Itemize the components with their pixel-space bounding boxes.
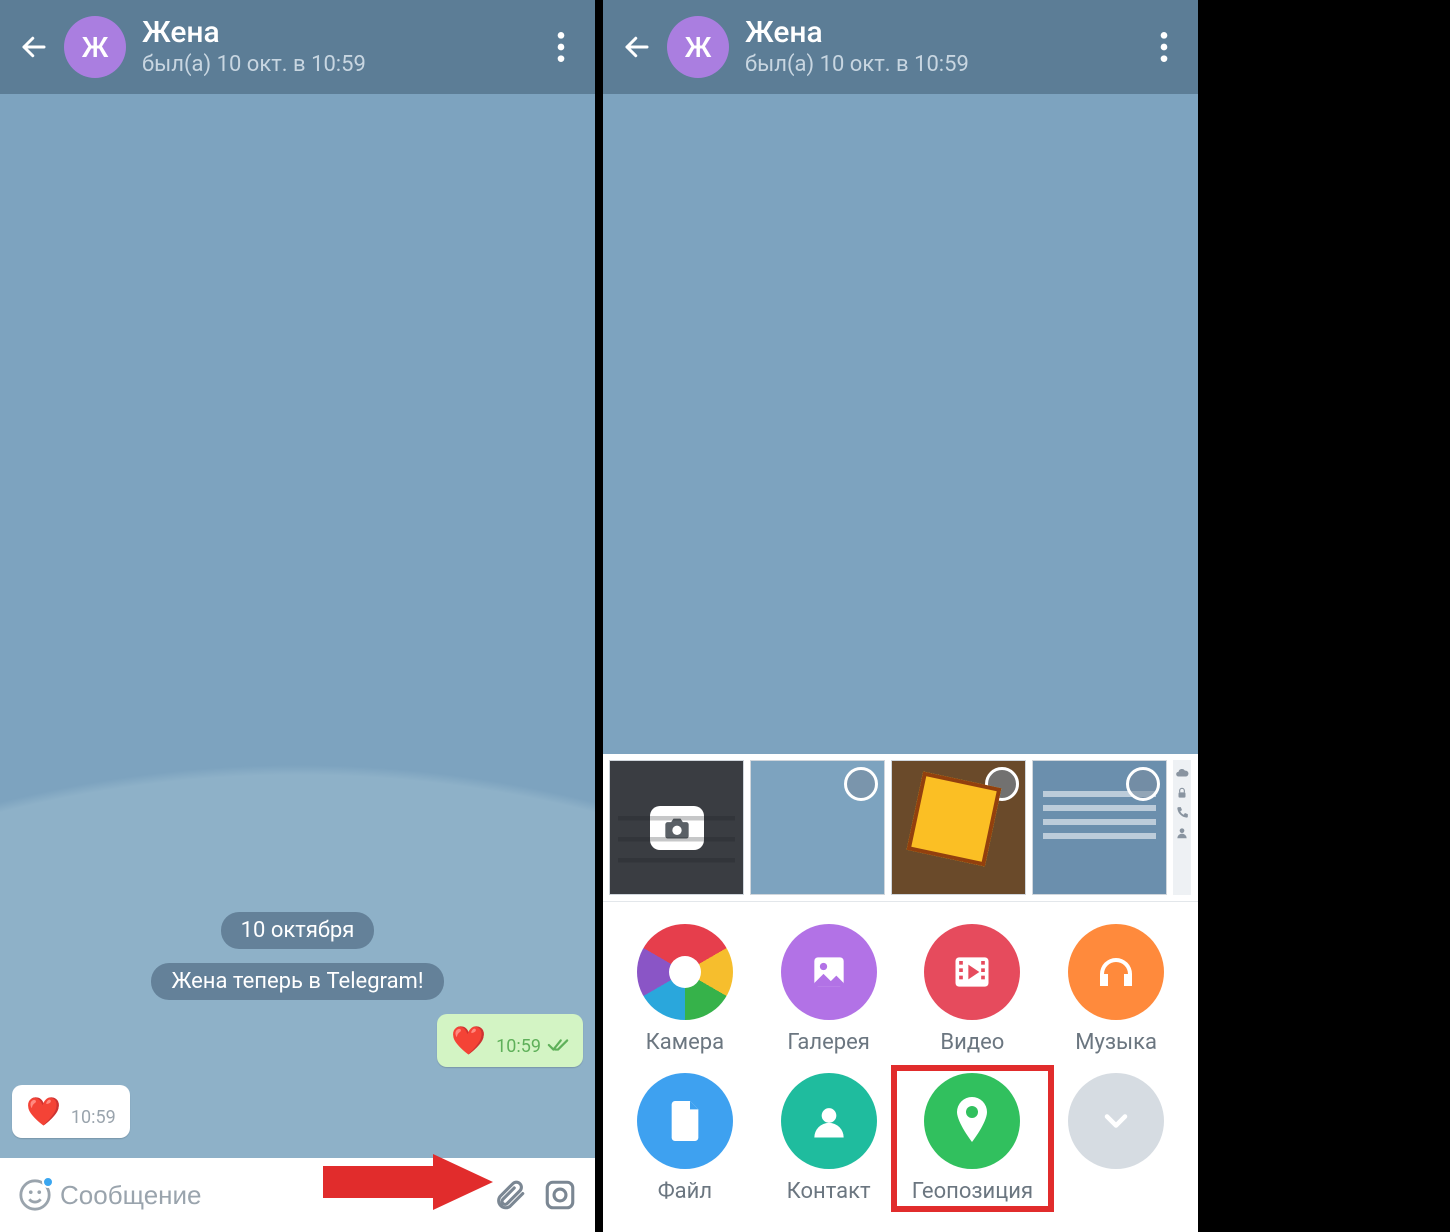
gallery-edge[interactable] — [1173, 760, 1191, 895]
paperclip-icon — [493, 1178, 527, 1212]
attach-gallery[interactable]: Галерея — [757, 924, 901, 1055]
music-icon — [1068, 924, 1164, 1020]
phone-icon — [1175, 806, 1189, 820]
back-button[interactable] — [10, 23, 58, 71]
read-ticks-icon — [547, 1037, 569, 1057]
attach-label: Галерея — [787, 1030, 869, 1055]
person-icon — [1175, 826, 1189, 840]
select-circle-icon — [1126, 767, 1160, 801]
camera-button[interactable] — [535, 1170, 585, 1220]
camera-shutter-icon — [637, 924, 733, 1020]
chat-header: Ж Жена был(а) 10 окт. в 10:59 — [603, 0, 1198, 94]
attach-label: Видео — [940, 1030, 1004, 1055]
attach-file[interactable]: Файл — [613, 1073, 757, 1204]
photo-thumb[interactable] — [1032, 760, 1167, 895]
chat-title: Жена — [745, 18, 1140, 48]
annotation-arrow — [323, 1154, 493, 1214]
annotation-highlight-box — [891, 1065, 1055, 1212]
more-button[interactable] — [1140, 23, 1188, 71]
title-block[interactable]: Жена был(а) 10 окт. в 10:59 — [142, 18, 537, 77]
more-vertical-icon — [557, 32, 565, 62]
photo-thumb[interactable] — [891, 760, 1026, 895]
camera-icon — [650, 806, 704, 850]
chat-status: был(а) 10 окт. в 10:59 — [745, 52, 1140, 77]
contact-icon — [781, 1073, 877, 1169]
avatar[interactable]: Ж — [64, 16, 126, 78]
chat-header: Ж Жена был(а) 10 окт. в 10:59 — [0, 0, 595, 94]
service-message: Жена теперь в Telegram! — [151, 963, 443, 1000]
heart-emoji: ❤️ — [26, 1095, 61, 1128]
attach-camera[interactable]: Камера — [613, 924, 757, 1055]
chevron-down-icon — [1068, 1073, 1164, 1169]
avatar[interactable]: Ж — [667, 16, 729, 78]
camera-thumb[interactable] — [609, 760, 744, 895]
message-outgoing[interactable]: ❤️ 10:59 — [437, 1014, 583, 1067]
message-incoming[interactable]: ❤️ 10:59 — [12, 1085, 130, 1138]
arrow-left-icon — [19, 32, 49, 62]
avatar-letter: Ж — [82, 31, 109, 64]
attach-video[interactable]: Видео — [901, 924, 1045, 1055]
message-time: 10:59 — [71, 1107, 116, 1128]
attach-label: Файл — [658, 1179, 712, 1204]
date-pill: 10 октября — [221, 912, 375, 949]
gallery-icon — [781, 924, 877, 1020]
attach-contact[interactable]: Контакт — [757, 1073, 901, 1204]
video-icon — [924, 924, 1020, 1020]
input-bar — [0, 1158, 595, 1232]
attach-label: Камера — [646, 1030, 724, 1055]
title-block[interactable]: Жена был(а) 10 окт. в 10:59 — [745, 18, 1140, 77]
more-vertical-icon — [1160, 32, 1168, 62]
back-button[interactable] — [613, 23, 661, 71]
cloud-icon — [1175, 766, 1189, 780]
attach-music[interactable]: Музыка — [1044, 924, 1188, 1055]
select-circle-icon — [844, 767, 878, 801]
chat-body: 10 октября Жена теперь в Telegram! ❤️ 10… — [0, 94, 595, 1158]
select-circle-icon — [985, 767, 1019, 801]
chat-title: Жена — [142, 18, 537, 48]
heart-emoji: ❤️ — [451, 1024, 486, 1057]
camera-square-icon — [543, 1178, 577, 1212]
more-button[interactable] — [537, 23, 585, 71]
lock-icon — [1175, 786, 1189, 800]
file-icon — [637, 1073, 733, 1169]
arrow-left-icon — [622, 32, 652, 62]
avatar-letter: Ж — [685, 31, 712, 64]
chat-status: был(а) 10 окт. в 10:59 — [142, 52, 537, 77]
emoji-button[interactable] — [10, 1170, 60, 1220]
message-time: 10:59 — [496, 1036, 541, 1057]
notification-dot-icon — [42, 1176, 54, 1188]
chat-body — [603, 94, 1198, 754]
gallery-thumb-row[interactable] — [603, 760, 1198, 902]
attach-label: Контакт — [787, 1179, 871, 1204]
attach-label: Музыка — [1075, 1030, 1157, 1055]
attach-collapse[interactable] — [1044, 1073, 1188, 1204]
screen-attach: Ж Жена был(а) 10 окт. в 10:59 — [603, 0, 1198, 1232]
photo-thumb[interactable] — [750, 760, 885, 895]
screen-chat: Ж Жена был(а) 10 окт. в 10:59 10 октября… — [0, 0, 595, 1232]
